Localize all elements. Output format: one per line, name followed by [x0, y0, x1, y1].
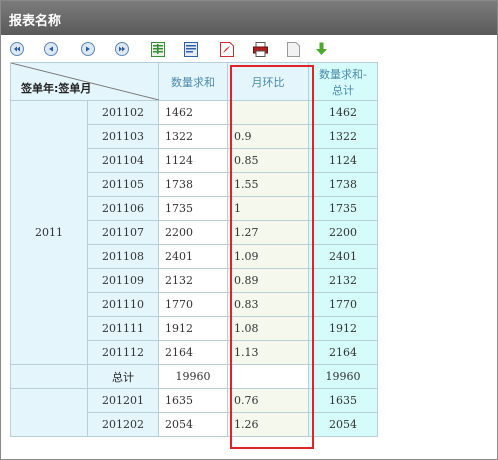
sum-cell: 1635	[158, 388, 228, 413]
mom-cell	[227, 100, 309, 125]
total-header-line1: 数量求和-	[319, 67, 367, 81]
year-cell-blank	[10, 364, 88, 389]
total-cell: 1738	[308, 172, 378, 197]
mom-cell: 0.9	[227, 124, 309, 149]
month-cell: 201102	[87, 100, 159, 125]
table-row: 201201 1635 0.76 1635	[10, 388, 378, 437]
year-cell-2012	[10, 388, 88, 437]
header-row: 签单年:签单月 数量求和 月环比 数量求和- 总计	[10, 62, 378, 101]
corner-header: 签单年:签单月	[10, 62, 159, 101]
mom-cell: 0.83	[227, 292, 309, 317]
month-cell: 201111	[87, 316, 159, 341]
blank-page-icon[interactable]	[285, 41, 301, 57]
prev-page-icon[interactable]	[43, 41, 59, 57]
total-header: 数量求和- 总计	[308, 62, 378, 101]
total-cell: 2200	[308, 220, 378, 245]
export-pdf-icon[interactable]	[219, 41, 235, 57]
sum-cell: 1462	[158, 100, 228, 125]
mom-cell: 1.08	[227, 316, 309, 341]
first-page-icon[interactable]	[9, 41, 25, 57]
mom-cell: 0.89	[227, 268, 309, 293]
month-cell: 201104	[87, 148, 159, 173]
table-row: 2011 201102 1462 1462	[10, 100, 378, 365]
month-cell: 201110	[87, 292, 159, 317]
mom-cell: 1.13	[227, 340, 309, 365]
sum-cell: 1770	[158, 292, 228, 317]
export-excel-icon[interactable]	[150, 41, 166, 57]
mom-cell: 1.27	[227, 220, 309, 245]
mom-cell: 1	[227, 196, 309, 221]
sum-cell: 1124	[158, 148, 228, 173]
window-title: 报表名称	[9, 14, 62, 29]
sum-cell: 2132	[158, 268, 228, 293]
month-cell: 201201	[87, 388, 159, 413]
subtotal-mom	[227, 364, 309, 389]
subtotal-sum: 19960	[158, 364, 228, 389]
corner-label: 签单年:签单月	[21, 82, 92, 95]
total-cell: 1770	[308, 292, 378, 317]
total-cell: 2132	[308, 268, 378, 293]
report-window: 报表名称 签单年:签单月 数量求和 月环比 数量求和- 总计 2011 2011…	[0, 0, 498, 460]
toolbar	[9, 39, 489, 59]
total-cell: 1912	[308, 316, 378, 341]
month-cell: 201202	[87, 412, 159, 437]
last-page-icon[interactable]	[114, 41, 130, 57]
print-icon[interactable]	[252, 41, 268, 57]
month-cell: 201109	[87, 268, 159, 293]
month-cell: 201112	[87, 340, 159, 365]
mom-cell: 1.26	[227, 412, 309, 437]
total-cell: 2054	[308, 412, 378, 437]
export-word-icon[interactable]	[183, 41, 199, 57]
mom-header: 月环比	[227, 62, 309, 101]
total-cell: 2164	[308, 340, 378, 365]
year-cell: 2011	[10, 100, 88, 365]
total-cell: 1124	[308, 148, 378, 173]
sum-cell: 2401	[158, 244, 228, 269]
month-cell: 201107	[87, 220, 159, 245]
mom-cell: 1.09	[227, 244, 309, 269]
month-cell: 201108	[87, 244, 159, 269]
sum-cell: 1322	[158, 124, 228, 149]
sum-cell: 2164	[158, 340, 228, 365]
total-cell: 2401	[308, 244, 378, 269]
mom-cell: 0.85	[227, 148, 309, 173]
download-icon[interactable]	[313, 41, 329, 57]
subtotal-total: 19960	[308, 364, 378, 389]
total-cell: 1735	[308, 196, 378, 221]
sum-cell: 1912	[158, 316, 228, 341]
pivot-table: 签单年:签单月 数量求和 月环比 数量求和- 总计 2011 201102 14…	[10, 62, 378, 437]
title-bar: 报表名称	[1, 1, 497, 35]
sum-cell: 1738	[158, 172, 228, 197]
subtotal-row: 总计 19960 19960	[10, 364, 378, 389]
sum-cell: 2054	[158, 412, 228, 437]
total-cell: 1635	[308, 388, 378, 413]
month-cell: 201106	[87, 196, 159, 221]
sum-header: 数量求和	[158, 62, 228, 101]
mom-cell: 1.55	[227, 172, 309, 197]
total-header-line2: 总计	[332, 83, 354, 97]
total-cell: 1322	[308, 124, 378, 149]
next-page-icon[interactable]	[80, 41, 96, 57]
total-cell: 1462	[308, 100, 378, 125]
sum-cell: 2200	[158, 220, 228, 245]
subtotal-label: 总计	[87, 364, 159, 389]
month-cell: 201103	[87, 124, 159, 149]
sum-cell: 1735	[158, 196, 228, 221]
month-cell: 201105	[87, 172, 159, 197]
mom-cell: 0.76	[227, 388, 309, 413]
